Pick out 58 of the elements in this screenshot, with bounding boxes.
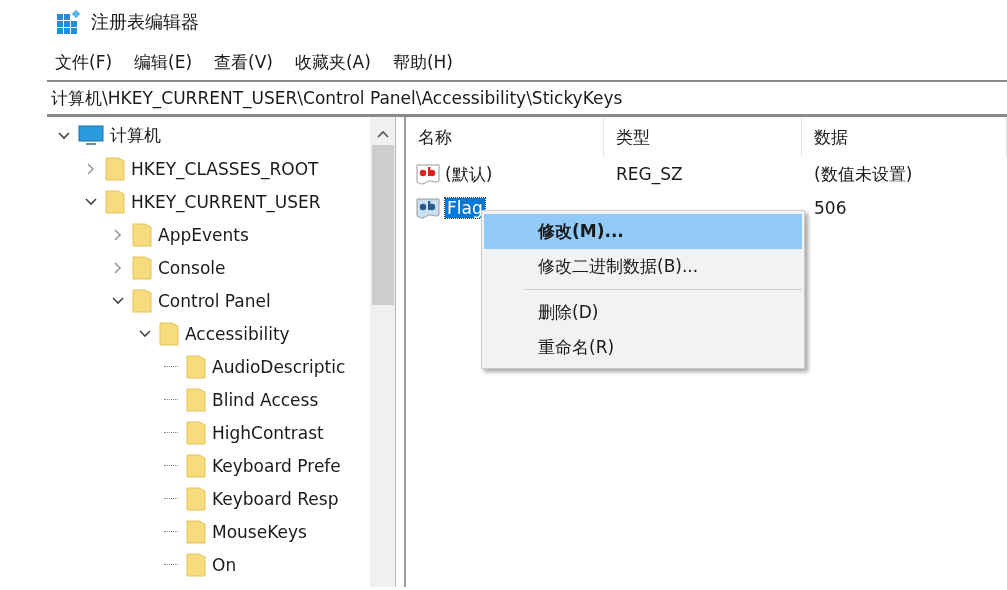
chevron-down-icon[interactable]	[85, 195, 97, 208]
tree-item[interactable]: AudioDescriptic	[212, 356, 346, 377]
menu-item[interactable]: 修改二进制数据(B)...	[484, 249, 802, 284]
column-header[interactable]: 类型	[604, 117, 802, 157]
window-title: 注册表编辑器	[91, 10, 199, 34]
scrollbar-thumb[interactable]	[371, 145, 394, 305]
tree-item[interactable]: Keyboard Prefe	[212, 455, 341, 476]
folder-icon	[186, 420, 206, 445]
tree-item[interactable]: Accessibility	[185, 323, 290, 344]
chevron-right-icon[interactable]	[112, 228, 124, 241]
tree-item[interactable]: On	[212, 554, 237, 575]
menu-item[interactable]: 帮助(H)	[392, 50, 453, 74]
value-name[interactable]: (默认)	[445, 162, 493, 186]
folder-icon	[132, 222, 152, 247]
tree-item[interactable]: Control Panel	[158, 290, 271, 311]
chevron-down-icon[interactable]	[112, 294, 124, 307]
string-value-icon	[416, 163, 442, 185]
chevron-right-icon[interactable]	[112, 261, 124, 274]
menu-item[interactable]: 文件(F)	[55, 50, 113, 74]
folder-icon	[132, 288, 152, 313]
folder-icon	[186, 354, 206, 379]
folder-icon	[186, 519, 206, 544]
tree-item[interactable]: HighContrast	[212, 422, 324, 443]
tree-item[interactable]: MouseKeys	[212, 521, 307, 542]
folder-icon	[159, 321, 179, 346]
menu-item[interactable]: 重命名(R)	[484, 330, 802, 365]
scroll-up-icon[interactable]	[376, 129, 389, 139]
tree-item[interactable]: HKEY_CURRENT_USER	[131, 191, 321, 212]
menu-item[interactable]: 删除(D)	[484, 295, 802, 330]
menu-item[interactable]: 编辑(E)	[134, 50, 193, 74]
folder-icon	[105, 189, 125, 214]
chevron-down-icon[interactable]	[139, 327, 151, 340]
value-name[interactable]: Flag	[445, 198, 485, 218]
folder-icon	[186, 387, 206, 412]
registry-icon	[57, 10, 81, 34]
value-type: REG_SZ	[616, 164, 683, 184]
tree-item[interactable]: 计算机	[110, 124, 161, 147]
tree-item[interactable]: Console	[158, 257, 226, 278]
folder-icon	[105, 156, 125, 181]
tree-item[interactable]: AppEvents	[158, 224, 249, 245]
column-header[interactable]: 名称	[406, 117, 604, 157]
menu-item[interactable]: 修改(M)...	[484, 214, 802, 249]
folder-icon	[186, 552, 206, 577]
menu-item[interactable]: 查看(V)	[214, 50, 273, 74]
column-header[interactable]: 数据	[802, 117, 1007, 157]
string-value-icon	[416, 197, 442, 219]
tree-item[interactable]: HKEY_CLASSES_ROOT	[131, 158, 319, 179]
tree-item[interactable]: Blind Access	[212, 389, 319, 410]
folder-icon	[186, 453, 206, 478]
value-data: 506	[814, 198, 847, 218]
folder-icon	[186, 486, 206, 511]
computer-icon	[78, 124, 104, 147]
value-data: (数值未设置)	[814, 163, 913, 184]
menu-item[interactable]: 收藏夹(A)	[294, 50, 371, 74]
chevron-down-icon[interactable]	[58, 129, 70, 142]
chevron-right-icon[interactable]	[85, 162, 97, 175]
folder-icon	[132, 255, 152, 280]
tree-item[interactable]: Keyboard Resp	[212, 488, 339, 509]
